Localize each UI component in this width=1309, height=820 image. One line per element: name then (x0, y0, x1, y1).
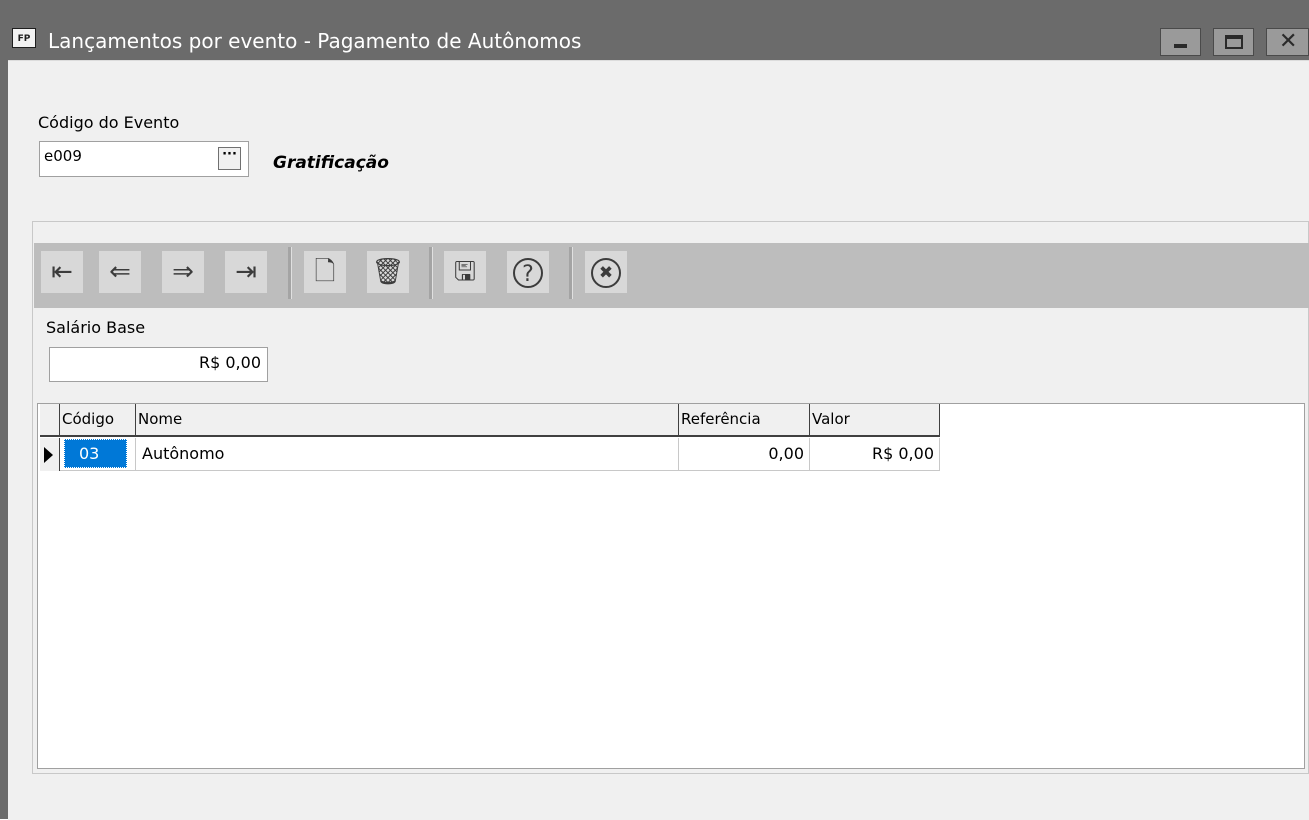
cell-valor[interactable]: R$ 0,00 (810, 438, 940, 471)
previous-record-button[interactable]: ⇐ (99, 251, 141, 293)
navigation-toolbar: ⇤ ⇐ ⇒ ⇥ 🗋 🗑 🖫 ? ✖ (34, 243, 1309, 308)
cell-nome[interactable]: Autônomo (136, 438, 679, 471)
cancel-button[interactable]: ✖ (585, 251, 627, 293)
app-window: FP Lançamentos por evento - Pagamento de… (0, 0, 1309, 820)
autonomos-grid[interactable]: Código Nome Referência Valor 03 Autônomo… (37, 403, 1305, 769)
previous-record-icon: ⇐ (109, 257, 131, 287)
new-record-button[interactable]: 🗋 (304, 251, 346, 293)
row-pointer-icon (44, 447, 53, 463)
evento-description: Gratificação (273, 153, 389, 173)
form-client-area: Código do Evento e009 ··· Gratificação ⇤… (8, 60, 1309, 820)
help-icon: ? (513, 257, 543, 288)
toolbar-separator (429, 247, 433, 299)
current-row-indicator (40, 438, 60, 471)
save-button[interactable]: 🖫 (444, 251, 486, 293)
title-bar[interactable]: FP Lançamentos por evento - Pagamento de… (0, 8, 1309, 60)
window-title: Lançamentos por evento - Pagamento de Au… (48, 29, 582, 53)
cell-referencia[interactable]: 0,00 (679, 438, 810, 471)
row-indicator-header (40, 404, 60, 437)
last-record-icon: ⇥ (235, 257, 257, 287)
salario-base-field[interactable]: R$ 0,00 (49, 347, 268, 382)
cancel-icon: ✖ (591, 257, 621, 288)
help-button[interactable]: ? (507, 251, 549, 293)
app-logo-icon[interactable]: FP (12, 28, 36, 48)
evento-lookup-button[interactable]: ··· (218, 147, 241, 170)
minimize-icon (1174, 44, 1187, 48)
delete-trash-icon: 🗑 (371, 257, 405, 287)
maximize-button[interactable] (1213, 28, 1254, 56)
toolbar-separator (288, 247, 292, 299)
column-header-codigo[interactable]: Código (60, 404, 136, 437)
next-record-button[interactable]: ⇒ (162, 251, 204, 293)
column-header-nome[interactable]: Nome (136, 404, 679, 437)
lancamentos-panel: ⇤ ⇐ ⇒ ⇥ 🗋 🗑 🖫 ? ✖ Salário Base R$ 0,00 C… (32, 221, 1309, 774)
table-row[interactable]: 03 (60, 438, 136, 471)
column-header-referencia[interactable]: Referência (679, 404, 810, 437)
next-record-icon: ⇒ (172, 257, 194, 287)
new-document-icon: 🗋 (314, 257, 336, 287)
minimize-button[interactable] (1160, 28, 1201, 56)
close-icon: ✕ (1279, 29, 1298, 54)
codigo-evento-label: Código do Evento (38, 113, 180, 132)
close-button[interactable]: ✕ (1266, 28, 1309, 56)
first-record-button[interactable]: ⇤ (41, 251, 83, 293)
toolbar-separator (569, 247, 573, 299)
cell-codigo[interactable]: 03 (64, 439, 127, 468)
column-header-valor[interactable]: Valor (810, 404, 940, 437)
delete-record-button[interactable]: 🗑 (367, 251, 409, 293)
last-record-button[interactable]: ⇥ (225, 251, 267, 293)
maximize-icon (1225, 35, 1243, 49)
first-record-icon: ⇤ (51, 257, 73, 287)
salario-base-label: Salário Base (46, 318, 146, 337)
save-disk-icon: 🖫 (453, 257, 477, 287)
